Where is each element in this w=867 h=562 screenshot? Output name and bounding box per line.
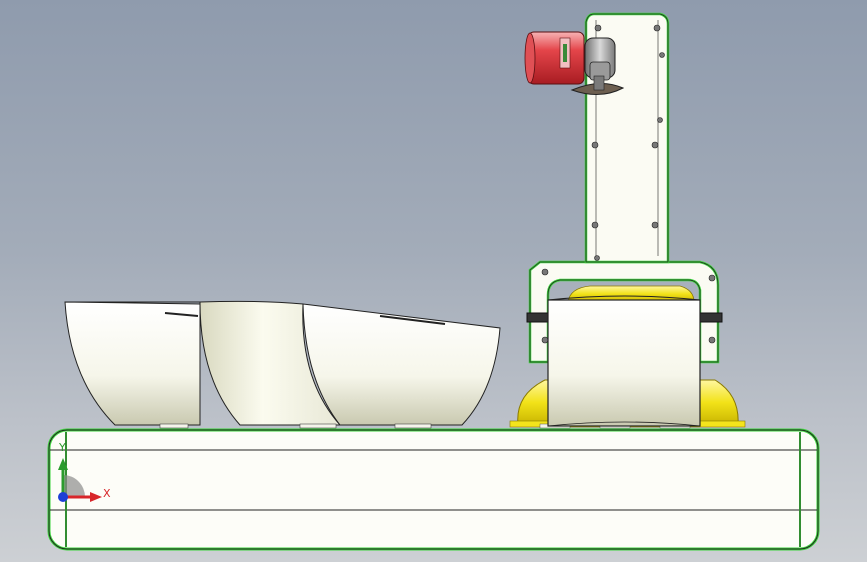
axis-x-label: X (103, 487, 111, 500)
base-platform[interactable] (47, 428, 820, 551)
center-drum[interactable] (547, 295, 701, 427)
scoop-tray[interactable] (64, 300, 501, 429)
cad-model-scene[interactable] (0, 0, 867, 562)
motor-assembly[interactable] (524, 31, 625, 95)
graphics-viewport[interactable]: X Y (0, 0, 867, 562)
axis-y-label: Y (59, 441, 66, 454)
